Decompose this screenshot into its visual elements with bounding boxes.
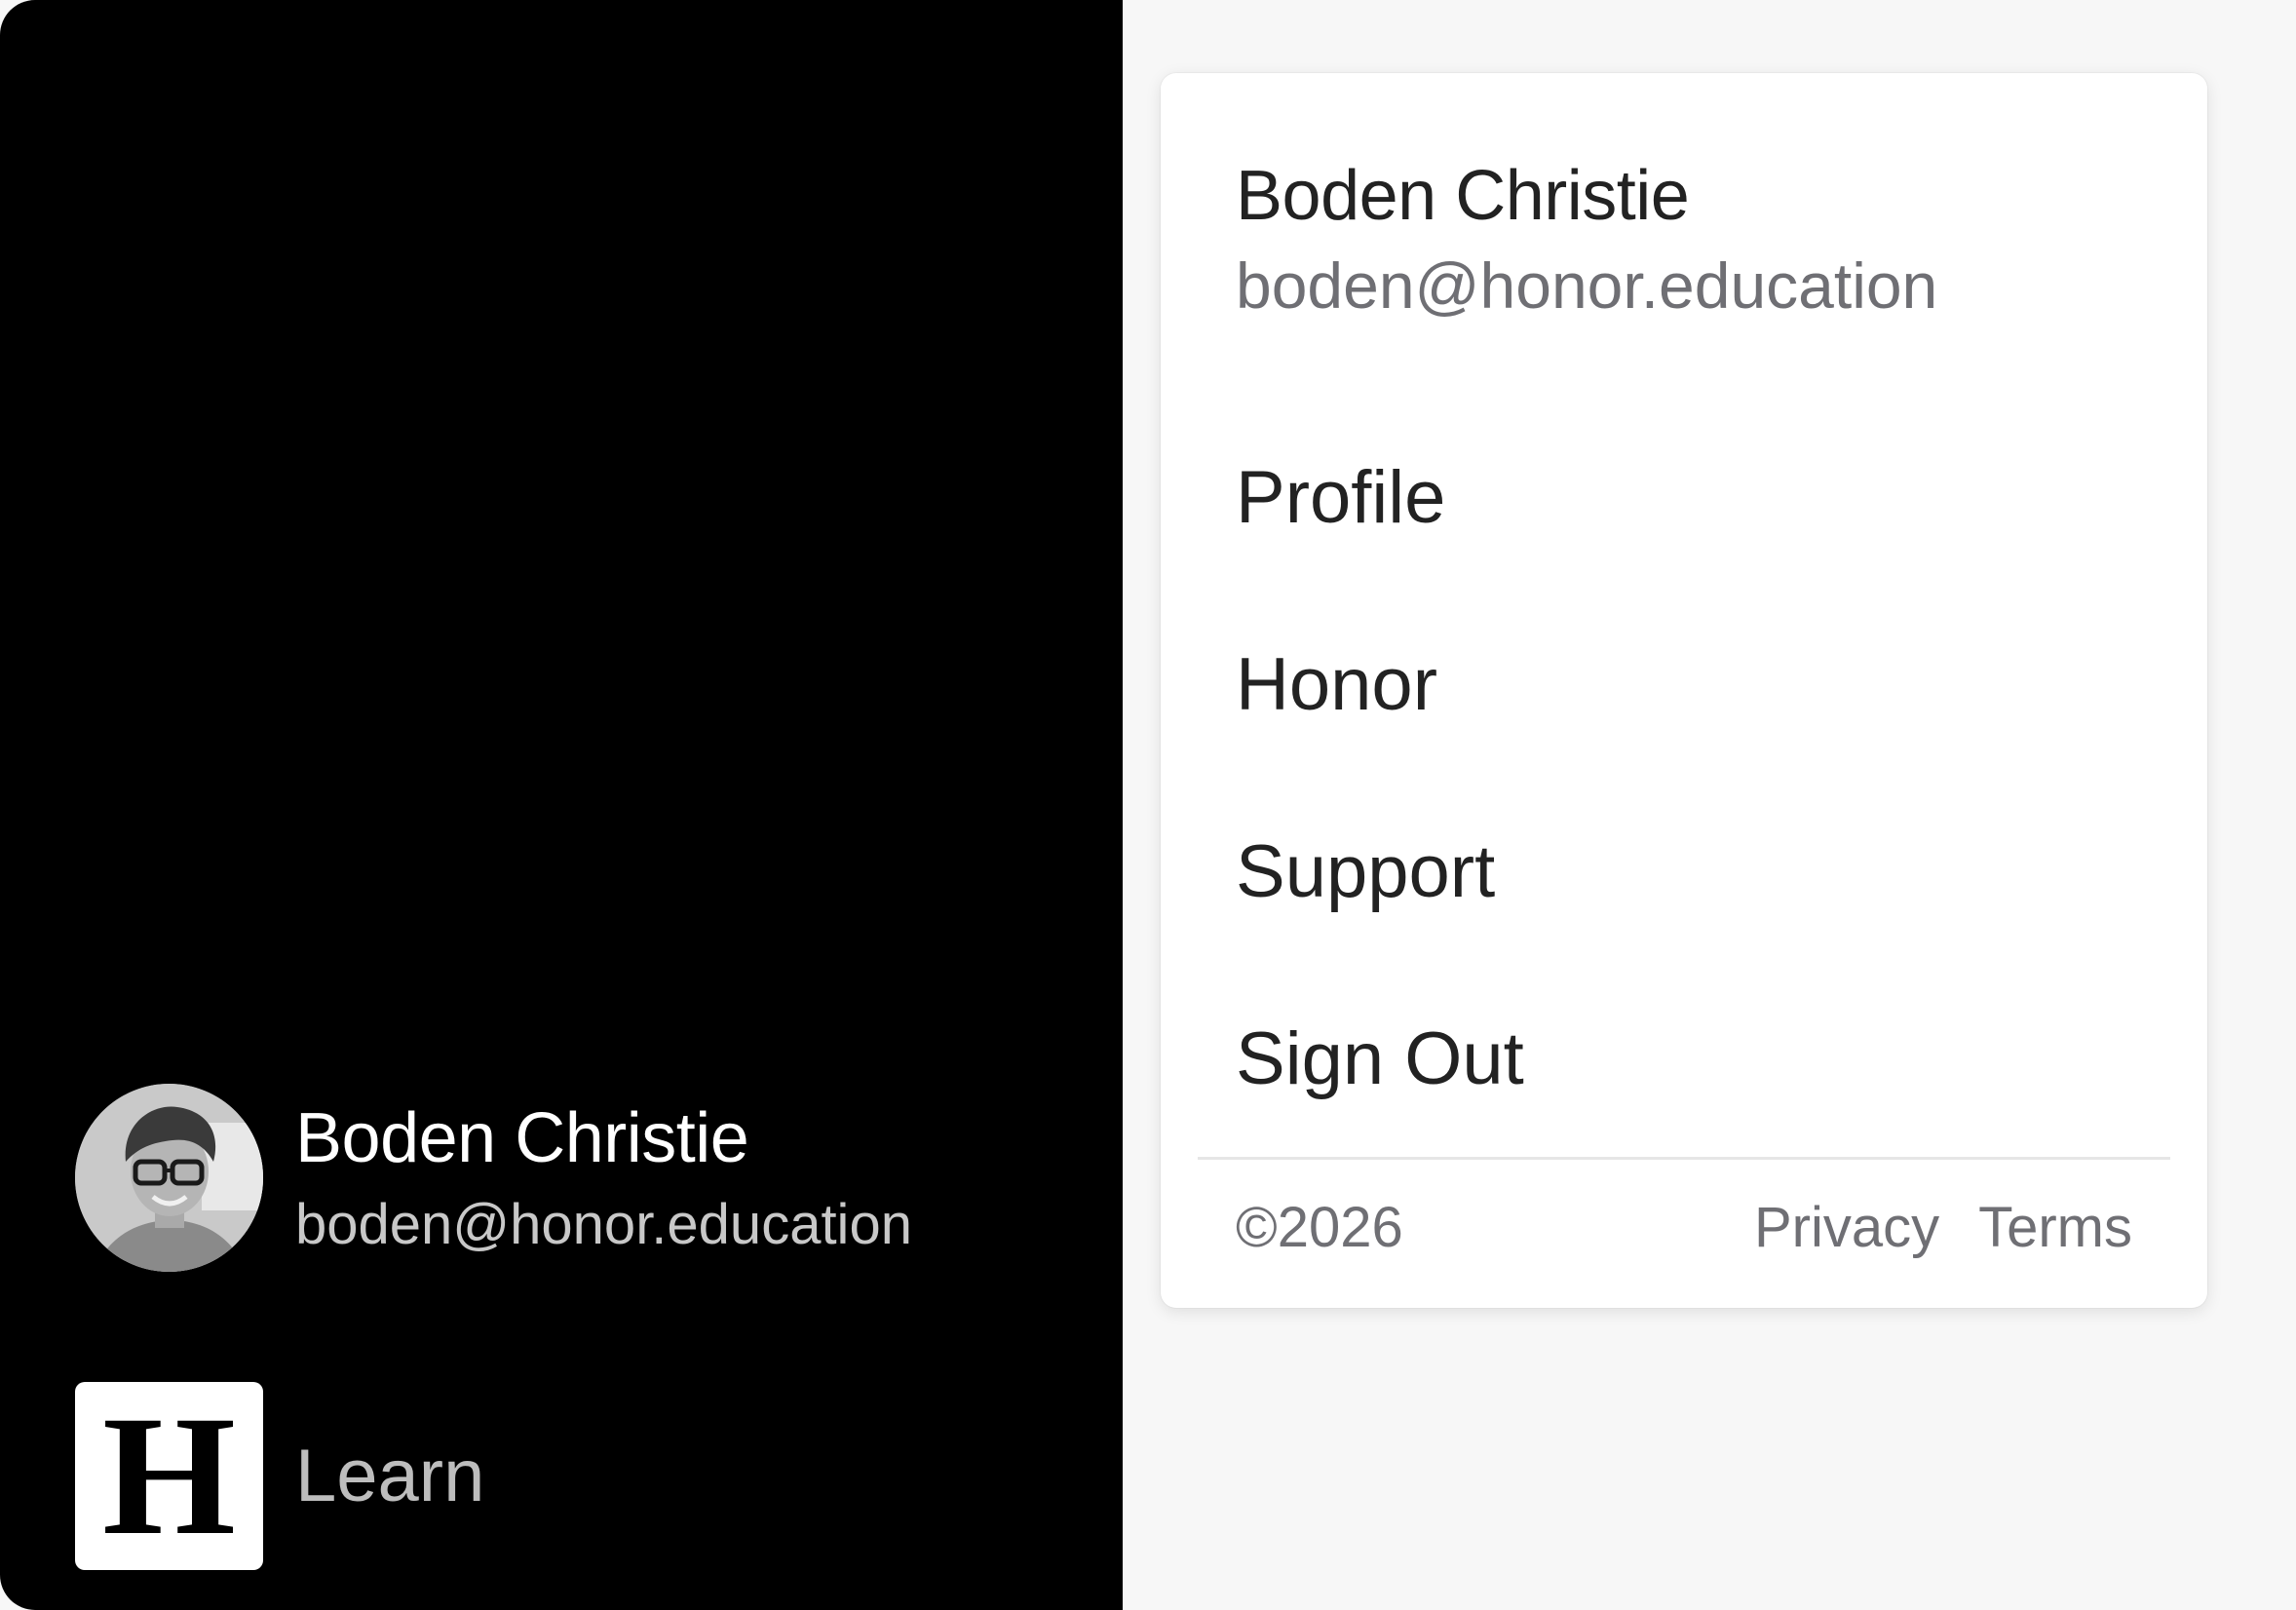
privacy-link[interactable]: Privacy [1754,1194,1939,1262]
user-name: Boden Christie [295,1098,749,1177]
avatar[interactable] [75,1084,263,1272]
menu-item-profile[interactable]: Profile [1236,404,1524,592]
menu-item-honor[interactable]: Honor [1236,592,1524,779]
user-email: boden@honor.education [295,1192,912,1256]
logo-letter: H [102,1380,236,1571]
user-info: Boden Christie boden@honor.education [295,1099,912,1257]
footer-links: Privacy Terms [1754,1194,2132,1262]
menu-user-email: boden@honor.education [1236,249,1938,322]
brand-link[interactable]: H Learn [75,1382,484,1570]
user-photo-icon [75,1084,263,1272]
menu-item-support[interactable]: Support [1236,779,1524,966]
account-menu: Boden Christie boden@honor.education Pro… [1161,73,2207,1308]
menu-item-sign-out[interactable]: Sign Out [1236,966,1524,1153]
account-menu-trigger[interactable]: Boden Christie boden@honor.education [75,1084,912,1272]
terms-link[interactable]: Terms [1978,1194,2132,1262]
honor-logo-icon: H [75,1382,263,1570]
menu-divider [1198,1157,2170,1160]
menu-header: Boden Christie boden@honor.education [1236,155,1937,325]
menu-items: Profile Honor Support Sign Out [1236,404,1524,1153]
menu-footer: ©2026 Privacy Terms [1236,1194,2132,1262]
app-page: Boden Christie boden@honor.education H L… [0,0,2296,1610]
copyright-text: ©2026 [1236,1196,1403,1259]
brand-label: Learn [295,1434,485,1517]
sidebar: Boden Christie boden@honor.education H L… [0,0,1123,1610]
menu-user-name: Boden Christie [1236,157,1690,235]
